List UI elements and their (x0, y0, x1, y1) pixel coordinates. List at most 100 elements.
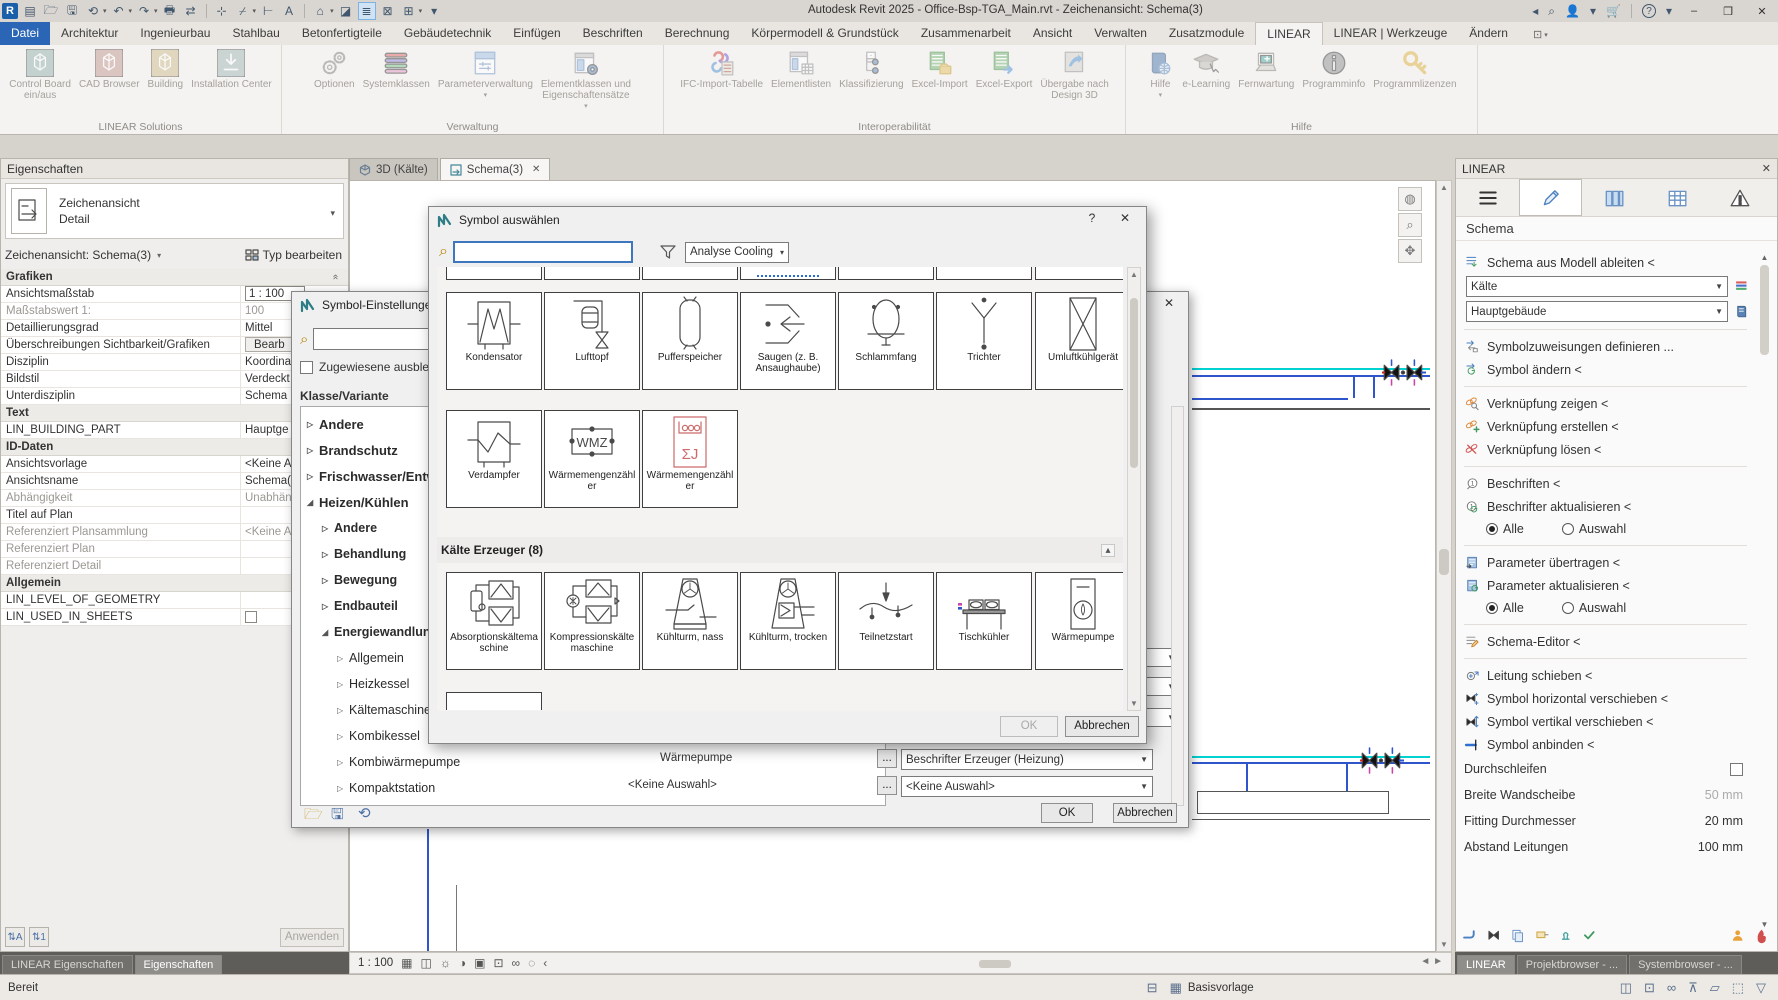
underlay-selectable-icon[interactable]: ▱ (1710, 980, 1720, 996)
palette-scrollbar[interactable]: ▲▼ (1758, 253, 1771, 965)
tree-collapsed-icon[interactable]: ▷ (322, 550, 334, 559)
close-icon[interactable]: ✕ (1762, 162, 1771, 175)
collapse-chevron-icon[interactable]: « (327, 274, 343, 280)
search-input[interactable] (453, 241, 633, 263)
field-value[interactable]: 50 mm (1705, 788, 1743, 802)
section-collapse-icon[interactable]: ▴ (1101, 544, 1115, 557)
store-cart-icon[interactable]: 🛒 (1606, 4, 1621, 18)
design-options-icon[interactable]: ◫ (1620, 980, 1632, 996)
edit-type-button[interactable]: Typ bearbeiten (245, 245, 342, 265)
checkbox[interactable] (245, 611, 257, 623)
filter-icon[interactable]: ▽ (1756, 980, 1766, 996)
schema-pages-icon[interactable] (1510, 928, 1527, 944)
ribbon-tab-einf-gen[interactable]: Einfügen (502, 22, 571, 45)
customize-icon[interactable]: ▾ (425, 2, 443, 20)
tree-collapsed-icon[interactable]: ▷ (322, 576, 334, 585)
category-filter-combo[interactable]: Analyse Cooling▾ (685, 242, 789, 263)
scroll-up-icon[interactable]: ▲ (1437, 183, 1451, 192)
palette-tab-table-icon[interactable] (1645, 179, 1708, 216)
section-icon[interactable]: ◪ (337, 2, 355, 20)
ribbon-tab-linear[interactable]: LINEAR (1255, 22, 1322, 45)
palette-item-symbol-horizontal-verschieben[interactable]: Symbol horizontal verschieben < (1456, 687, 1755, 710)
measure-icon[interactable]: ⌿ (234, 2, 252, 20)
drag-selection-icon[interactable]: ⬚ (1732, 980, 1744, 996)
ribbon-button-hilfe[interactable]: Hilfe▾ (1142, 49, 1178, 99)
undo-icon[interactable]: ⟲ (358, 804, 371, 822)
home-3d-icon[interactable]: ⌂ (311, 2, 329, 20)
tree-expanded-icon[interactable]: ◢ (307, 498, 319, 507)
ribbon-tab-verwalten[interactable]: Verwalten (1083, 22, 1158, 45)
ribbon-button-elementklassen-und[interactable]: Elementklassen und Eigenschaftensätze▾ (537, 49, 635, 110)
show-crop-icon[interactable]: ⊡ (493, 956, 503, 970)
save-icon[interactable]: 🖫 (331, 804, 344, 829)
symbol-tile-kühlturm-trocken[interactable]: Kühlturm, trocken (740, 572, 836, 670)
temporary-hide-icon[interactable]: ∞ (512, 956, 521, 970)
ribbon-tab-zusatzmodule[interactable]: Zusatzmodule (1158, 22, 1255, 45)
view-scale-label[interactable]: 1 : 100 (358, 957, 393, 969)
symbol-tile-lufttopf[interactable]: Lufttopf (544, 292, 640, 390)
ribbon-button-klassifizierung[interactable]: Klassifizierung (835, 49, 907, 101)
ribbon-tab-ingenieurbau[interactable]: Ingenieurbau (129, 22, 221, 45)
crop-view-icon[interactable]: ▣ (474, 956, 485, 970)
ribbon-tab-architektur[interactable]: Architektur (50, 22, 129, 45)
palette-tab-menu-icon[interactable] (1456, 179, 1519, 216)
field-value[interactable]: 20 mm (1705, 814, 1743, 828)
tree-collapsed-icon[interactable]: ▷ (337, 732, 349, 741)
palette-item-symbolzuweisungen-definieren[interactable]: Symbolzuweisungen definieren ... (1456, 335, 1755, 358)
close-hidden-icon[interactable]: ⊠ (379, 2, 397, 20)
symbol-tile-trichter[interactable]: Trichter (936, 292, 1032, 390)
dialog-titlebar[interactable]: Symbol auswählen (429, 207, 1146, 233)
ribbon-tab-datei[interactable]: Datei (0, 22, 50, 45)
palette-item-symbol-ndern[interactable]: Symbol ändern < (1456, 358, 1755, 381)
restore-button[interactable]: ❒ (1716, 5, 1740, 18)
tree-collapsed-icon[interactable]: ▷ (337, 680, 349, 689)
palette-tab-columns-icon[interactable] (1582, 179, 1645, 216)
tree-item-kombiw-rmepumpe[interactable]: ▷Kombiwärmepumpe (301, 749, 885, 775)
ok-button[interactable]: OK (1000, 716, 1058, 737)
cooling-legend-icon[interactable] (1734, 279, 1751, 295)
symbol-tile-saugen-z-b-ansaughaube[interactable]: Saugen (z. B. Ansaughaube) (740, 292, 836, 390)
canvas-vertical-scrollbar[interactable]: ▲▼ (1436, 180, 1452, 952)
palette-tab-warning-icon[interactable] (1708, 179, 1771, 216)
sync-icon[interactable]: ⟲ (84, 2, 102, 20)
radio-alle[interactable]: Alle (1486, 522, 1524, 536)
ribbon-tab-ansicht[interactable]: Ansicht (1022, 22, 1083, 45)
symbol-tile-partial[interactable] (446, 692, 542, 710)
dropdown-caret-icon[interactable]: ▾ (253, 7, 257, 15)
symbol-tile-partial[interactable] (642, 267, 738, 280)
switch-windows-icon[interactable]: ⊞ (400, 2, 418, 20)
pan-tool-icon[interactable]: ✥ (1398, 239, 1422, 263)
ribbon-tab--ndern[interactable]: Ändern (1458, 22, 1519, 45)
scroll-down-icon[interactable]: ▼ (1437, 940, 1451, 949)
save-icon[interactable]: 🖫 (63, 2, 81, 20)
symbol-tile-teilnetzstart[interactable]: Teilnetzstart (838, 572, 934, 670)
panel-tab-systembrowser[interactable]: Systembrowser - ... (1629, 955, 1742, 974)
palette-item-verkn-pfung-erstellen[interactable]: Verknüpfung erstellen < (1456, 415, 1755, 438)
apply-button[interactable]: Anwenden (280, 928, 344, 947)
pipe-tool-icon[interactable] (1462, 928, 1479, 944)
help-button[interactable]: ? (1082, 211, 1102, 225)
symbol-tile-partial[interactable] (740, 267, 836, 280)
text-icon[interactable]: A (280, 2, 298, 20)
palette-item-verkn-pfung-zeigen[interactable]: Verknüpfung zeigen < (1456, 392, 1755, 415)
symbol-tile-partial[interactable] (838, 267, 934, 280)
cancel-button[interactable]: Abbrechen (1065, 716, 1139, 737)
radio-auswahl[interactable]: Auswahl (1562, 522, 1626, 536)
tree-collapsed-icon[interactable]: ▷ (307, 472, 319, 481)
dropdown-caret-icon[interactable]: ▾ (103, 7, 107, 15)
workset-grid-icon[interactable]: ▦ (1170, 980, 1182, 996)
close-icon[interactable]: ✕ (1156, 296, 1182, 310)
palette-item-leitung-schieben[interactable]: Leitung schieben < (1456, 664, 1755, 687)
open-folder-icon[interactable]: 🗁 (304, 804, 323, 829)
navigation-wheel-icon[interactable]: ◍ (1398, 187, 1422, 211)
ribbon-button-systemklassen[interactable]: Systemklassen (359, 49, 434, 110)
browse-button[interactable]: ... (877, 776, 897, 795)
palette-item-symbol-vertikal-verschieben[interactable]: Symbol vertikal verschieben < (1456, 710, 1755, 733)
dropdown-caret-icon[interactable]: ▾ (419, 7, 423, 15)
links-selectable-icon[interactable]: ∞ (1667, 980, 1676, 995)
symbol-tile-wärmemengenzähler[interactable]: ΣJWärmemengenzähler (642, 410, 738, 508)
symbol-tile-absorptionskältemaschine[interactable]: Absorptionskältemaschine (446, 572, 542, 670)
tree-collapsed-icon[interactable]: ▷ (307, 446, 319, 455)
symbol-tile-wärmemengenzähler[interactable]: WMZWärmemengenzähler (544, 410, 640, 508)
dropdown-caret-icon[interactable]: ▾ (330, 7, 334, 15)
